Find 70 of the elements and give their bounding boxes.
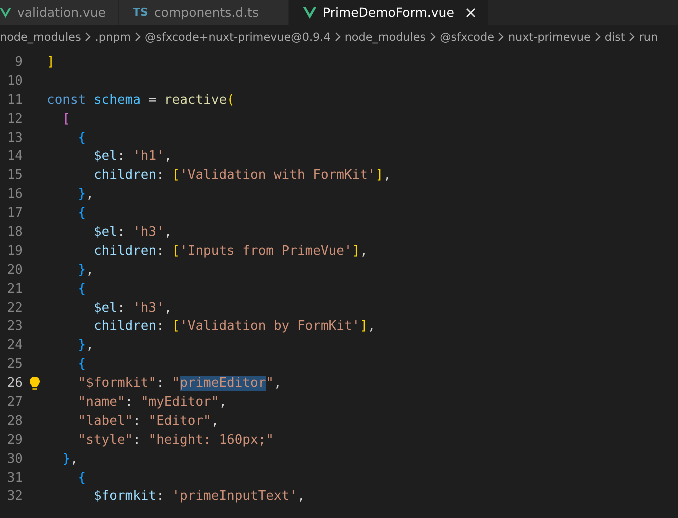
breadcrumb-item[interactable]: node_modules — [0, 30, 82, 44]
code-line: { — [77, 282, 86, 297]
code-line: $el: 'h3', — [92, 300, 172, 316]
code-line: { — [77, 470, 86, 486]
breadcrumb-item[interactable]: @sfxcode — [440, 30, 494, 44]
code-line: { — [77, 206, 86, 222]
breadcrumb-item[interactable]: run — [639, 30, 658, 44]
code-line: children: ['Inputs from PrimeVue'], — [92, 244, 368, 259]
line-number: 25 — [6, 357, 23, 372]
line-number: 29 — [6, 432, 23, 448]
line-number: 23 — [6, 319, 23, 334]
breadcrumb-item[interactable]: nuxt-primevue — [508, 30, 591, 44]
line-number: 16 — [6, 187, 23, 202]
close-icon[interactable] — [466, 8, 476, 18]
code-line: }, — [77, 262, 94, 278]
line-number: 10 — [6, 74, 23, 89]
chevron-icon — [430, 32, 436, 42]
line-number: 11 — [6, 92, 23, 108]
code-line: "$formkit": "primeEditor", — [77, 376, 282, 392]
line-number: 9 — [14, 54, 23, 70]
line-number: 15 — [6, 168, 23, 184]
line-number: 27 — [6, 394, 23, 410]
line-number: 19 — [6, 244, 23, 259]
code-line: }, — [77, 338, 94, 354]
line-number: 14 — [6, 149, 23, 164]
line-number: 20 — [6, 262, 23, 278]
code-line: $el: 'h3', — [92, 224, 172, 240]
code-line: children: ['Validation with FormKit'], — [92, 168, 392, 184]
line-number: 17 — [6, 206, 23, 222]
line-number: 18 — [6, 224, 23, 240]
chevron-icon — [85, 32, 92, 42]
chevron-icon — [135, 32, 142, 42]
chevron-icon — [629, 32, 636, 42]
line-number: 13 — [6, 130, 23, 146]
line-number: 22 — [6, 300, 23, 316]
code-line: $el: 'h1', — [92, 149, 172, 164]
code-line: }, — [62, 452, 78, 467]
line-number: 30 — [6, 452, 23, 467]
vue-file-icon — [0, 6, 12, 18]
code-line: { — [77, 130, 86, 146]
breadcrumb-item[interactable]: .pnpm — [95, 30, 132, 44]
vue-file-icon — [303, 6, 317, 18]
line-number: 21 — [6, 282, 23, 297]
code-line: "style": "height: 160px;" — [77, 432, 274, 448]
line-number: 12 — [6, 112, 23, 127]
editor-tab[interactable]: TS components.d.ts — [119, 0, 289, 25]
chevron-icon — [594, 32, 601, 42]
editor-tab[interactable]: validation.vue — [0, 0, 119, 25]
breadcrumb-item[interactable]: @sfxcode+nuxt-primevue@0.9.4 — [145, 30, 331, 44]
code-line: const schema = reactive( — [47, 92, 235, 108]
code-line: }, — [77, 187, 94, 202]
code-line: [ — [62, 112, 70, 127]
breadcrumb-item[interactable]: dist — [604, 30, 626, 44]
editor-tab[interactable]: PrimeDemoForm.vue — [289, 0, 490, 25]
code-line: { — [77, 357, 86, 372]
code-line: children: ['Validation by FormKit'], — [92, 319, 376, 334]
line-number: 24 — [6, 338, 23, 354]
line-number: 31 — [6, 470, 23, 486]
typescript-file-icon: TS — [133, 6, 148, 19]
line-number: 26 — [6, 376, 23, 392]
line-number: 32 — [6, 489, 23, 504]
lightbulb-icon[interactable] — [29, 376, 41, 392]
chevron-icon — [498, 32, 504, 42]
code-line: $formkit: 'primeInputText', — [92, 489, 306, 504]
code-line: "label": "Editor", — [77, 414, 220, 429]
chevron-icon — [334, 32, 341, 42]
code-line: ] — [47, 54, 55, 70]
code-line: "name": "myEditor", — [77, 394, 228, 410]
line-number: 28 — [6, 414, 23, 429]
breadcrumb-item[interactable]: node_modules — [344, 30, 426, 44]
